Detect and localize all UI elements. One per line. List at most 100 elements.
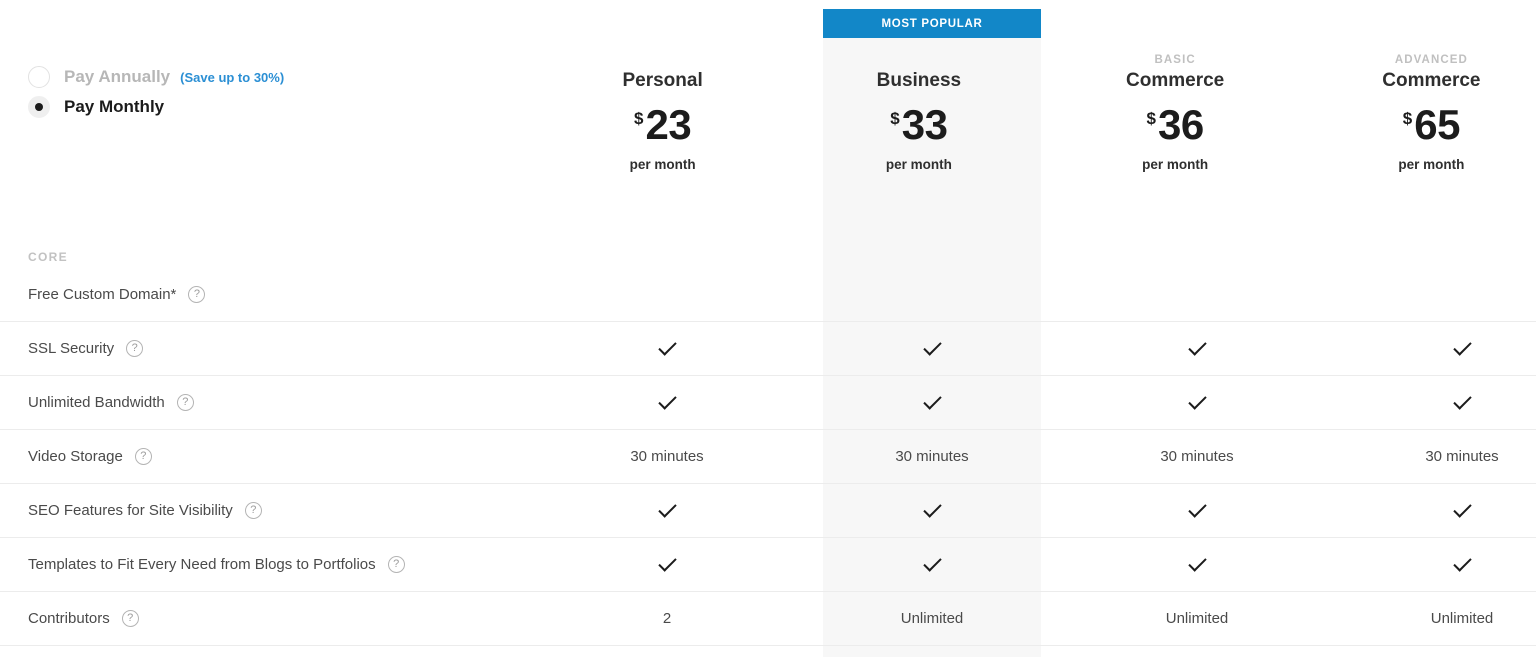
feature-value-cell: 30 minutes	[1088, 430, 1306, 484]
table-row: Unlimited Bandwidth?	[0, 376, 1536, 430]
checkmark-icon	[1187, 498, 1207, 518]
price-amount-commerce-advanced: 65	[1414, 101, 1460, 148]
plan-period-personal: per month	[629, 157, 696, 172]
feature-value-cell	[1088, 484, 1306, 538]
currency-symbol: $	[634, 109, 644, 128]
help-icon[interactable]: ?	[176, 394, 194, 411]
checkmark-icon	[657, 498, 677, 518]
billing-option-annually[interactable]: Pay Annually (Save up to 30%)	[28, 62, 284, 92]
feature-value-text: 2	[662, 610, 672, 627]
plan-column-personal: Personal $ 23 per month	[558, 0, 767, 200]
feature-value-cell: Unlimited	[1353, 592, 1536, 646]
feature-value-cell	[558, 376, 776, 430]
checkmark-icon	[1452, 390, 1472, 410]
billing-option-monthly[interactable]: Pay Monthly	[28, 92, 284, 122]
feature-label: Contributors	[28, 610, 110, 627]
billing-label-monthly: Pay Monthly	[64, 97, 165, 116]
checkmark-icon	[1452, 498, 1472, 518]
feature-label: Video Storage	[28, 448, 123, 465]
help-icon[interactable]: ?	[188, 286, 206, 303]
currency-symbol: $	[1402, 109, 1413, 128]
feature-name-cell: Unlimited Bandwidth?	[0, 394, 558, 411]
plan-period-commerce-advanced: per month	[1398, 157, 1465, 172]
feature-value-text: 30 minutes	[1425, 448, 1499, 465]
feature-value-cell	[1088, 322, 1306, 376]
feature-name-cell: Contributors?	[0, 610, 558, 627]
checkmark-icon	[922, 390, 942, 410]
feature-value-text: 30 minutes	[895, 448, 969, 465]
plan-period-business: per month	[885, 157, 952, 172]
checkmark-icon	[922, 498, 942, 518]
checkmark-icon	[657, 390, 677, 410]
feature-value-cell: 30 minutes	[558, 430, 776, 484]
feature-value-cell	[1353, 376, 1536, 430]
feature-value-cell	[823, 538, 1041, 592]
currency-symbol: $	[1146, 109, 1156, 128]
plan-name-business: Business	[876, 70, 962, 91]
feature-name-cell: SSL Security?	[0, 340, 558, 357]
checkmark-icon	[1187, 336, 1207, 356]
feature-value-cell	[558, 322, 776, 376]
table-row: Free Custom Domain*?	[0, 268, 1536, 322]
checkmark-icon	[657, 552, 677, 572]
plan-column-commerce-advanced: ADVANCED Commerce $ 65 per month	[1327, 0, 1536, 200]
feature-value-text: 30 minutes	[630, 448, 704, 465]
feature-value-cell	[823, 268, 1041, 322]
feature-label: Unlimited Bandwidth	[28, 394, 165, 411]
feature-value-cell	[1088, 538, 1306, 592]
checkmark-icon	[1187, 552, 1207, 572]
feature-value-cell	[1353, 538, 1536, 592]
feature-value-cell	[823, 484, 1041, 538]
table-row: Contributors? 2 Unlimited Unlimited Unlimite…	[0, 592, 1536, 646]
feature-value-cell	[1353, 268, 1536, 322]
checkmark-icon	[1187, 390, 1207, 410]
annual-savings-note: (Save up to 30%)	[180, 69, 285, 85]
checkmark-icon	[922, 336, 942, 356]
plan-eyebrow-commerce-basic: BASIC	[1154, 54, 1196, 66]
feature-name-cell: Free Custom Domain*?	[0, 286, 558, 303]
feature-value-cell: 30 minutes	[1353, 430, 1536, 484]
feature-comparison-table: CORE Free Custom Domain*? SSL Security? Un…	[0, 246, 1536, 646]
feature-value-cell: 30 minutes	[823, 430, 1041, 484]
feature-value-cell	[823, 376, 1041, 430]
help-icon[interactable]: ?	[126, 340, 144, 357]
plan-eyebrow-commerce-advanced: ADVANCED	[1394, 54, 1468, 66]
help-icon[interactable]: ?	[134, 448, 152, 465]
help-icon[interactable]: ?	[244, 502, 262, 519]
feature-value-cell	[558, 268, 776, 322]
help-icon[interactable]: ?	[121, 610, 139, 627]
feature-value-cell	[558, 484, 776, 538]
feature-label: SEO Features for Site Visibility	[28, 502, 233, 519]
feature-name-cell: SEO Features for Site Visibility?	[0, 502, 558, 519]
checkmark-icon	[657, 336, 677, 356]
price-amount-commerce-basic: 36	[1158, 101, 1204, 148]
feature-value-cell	[558, 538, 776, 592]
table-row: SSL Security?	[0, 322, 1536, 376]
table-row: SEO Features for Site Visibility?	[0, 484, 1536, 538]
feature-value-cell: Unlimited	[1088, 592, 1306, 646]
feature-value-cell: 2	[558, 592, 776, 646]
feature-value-cell	[1088, 268, 1306, 322]
price-amount-business: 33	[901, 101, 948, 148]
feature-label: SSL Security	[28, 340, 115, 357]
feature-name-cell: Templates to Fit Every Need from Blogs t…	[0, 556, 558, 573]
help-icon[interactable]: ?	[387, 556, 405, 573]
feature-value-text: Unlimited	[900, 610, 964, 627]
feature-value-cell: Unlimited	[823, 592, 1041, 646]
radio-annually-icon[interactable]	[28, 66, 50, 88]
checkmark-icon	[1452, 336, 1472, 356]
billing-period-toggle: Pay Annually (Save up to 30%) Pay Monthl…	[28, 62, 284, 122]
plan-price-personal: $ 23	[558, 104, 767, 146]
plan-period-commerce-basic: per month	[1142, 157, 1209, 172]
feature-value-cell	[1353, 322, 1536, 376]
feature-value-text: Unlimited	[1430, 610, 1494, 627]
plan-headers: Personal $ 23 per month Business $ 33 pe…	[558, 0, 1536, 200]
feature-label: Templates to Fit Every Need from Blogs t…	[28, 556, 376, 573]
plan-price-commerce-basic: $ 36	[1071, 104, 1280, 146]
feature-name-cell: Video Storage?	[0, 448, 558, 465]
billing-label-annually: Pay Annually	[64, 67, 171, 86]
section-label-core: CORE	[28, 250, 68, 264]
feature-value-text: Unlimited	[1165, 610, 1229, 627]
plan-name-personal: Personal	[622, 70, 703, 91]
radio-monthly-icon[interactable]	[28, 96, 50, 118]
